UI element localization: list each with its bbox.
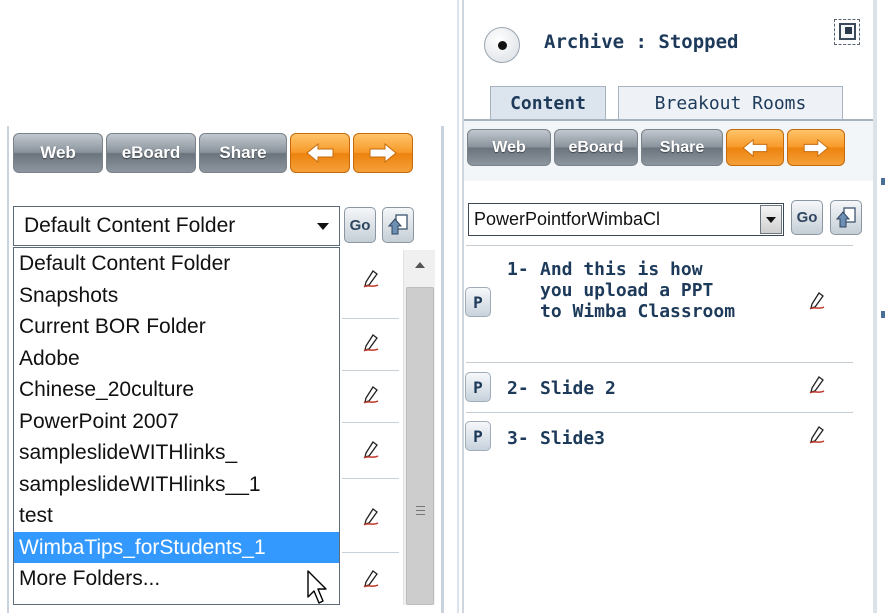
folder-option[interactable]: Snapshots xyxy=(14,280,339,312)
folder-option[interactable]: Default Content Folder xyxy=(14,248,339,280)
panel-edge-marker xyxy=(881,178,885,185)
eboard-button[interactable]: eBoard xyxy=(554,129,638,166)
upload-icon xyxy=(835,206,856,227)
next-button[interactable] xyxy=(787,129,845,166)
scrollbar-grip xyxy=(416,506,425,507)
panel-separator xyxy=(450,0,462,613)
folder-option-more[interactable]: More Folders... xyxy=(14,563,339,595)
popout-window-icon[interactable] xyxy=(834,19,860,45)
folder-option[interactable]: test xyxy=(14,500,339,532)
upload-button[interactable] xyxy=(382,207,414,243)
eboard-button[interactable]: eBoard xyxy=(106,133,196,173)
folder-option[interactable]: Adobe xyxy=(14,343,339,375)
edit-icon[interactable] xyxy=(363,334,379,352)
slide-title[interactable]: Slide 2 xyxy=(540,378,616,399)
row-divider xyxy=(342,318,399,319)
share-button[interactable]: Share xyxy=(641,129,723,166)
edit-icon[interactable] xyxy=(363,270,379,288)
upload-button[interactable] xyxy=(830,200,862,235)
content-folder-select-value: Default Content Folder xyxy=(24,214,236,237)
left-panel-border xyxy=(441,126,444,613)
scrollbar-thumb[interactable] xyxy=(406,287,434,605)
present-slide-button[interactable]: P xyxy=(465,372,491,402)
slide-number: 2- xyxy=(507,378,529,399)
slide-number: 1- xyxy=(507,259,529,280)
archive-radio-button[interactable] xyxy=(484,27,520,63)
presentation-select[interactable]: PowerPointforWimbaCl xyxy=(468,203,784,236)
chevron-down-icon xyxy=(317,223,329,230)
right-panel-border xyxy=(462,0,464,613)
folder-option[interactable]: sampleslideWITHlinks__1 xyxy=(14,469,339,501)
edit-icon[interactable] xyxy=(363,508,379,526)
scrollbar-grip xyxy=(416,510,425,511)
presentation-select-value: PowerPointforWimbaCl xyxy=(474,209,661,229)
edit-icon[interactable] xyxy=(809,376,825,394)
previous-button[interactable] xyxy=(290,133,350,173)
edit-icon[interactable] xyxy=(363,570,379,588)
panel-edge-marker xyxy=(881,311,885,318)
mouse-cursor-icon xyxy=(307,570,327,604)
right-toolbar: Web eBoard Share xyxy=(467,129,845,166)
web-button[interactable]: Web xyxy=(13,133,103,173)
chevron-down-icon xyxy=(766,217,776,223)
row-divider xyxy=(342,552,399,553)
next-button[interactable] xyxy=(353,133,413,173)
tab-breakout-rooms[interactable]: Breakout Rooms xyxy=(618,86,843,120)
previous-button[interactable] xyxy=(726,129,784,166)
archive-status: Archive : Stopped xyxy=(544,31,739,53)
folder-option[interactable]: Current BOR Folder xyxy=(14,311,339,343)
folder-option-selected[interactable]: WimbaTips_forStudents_1 xyxy=(14,531,339,563)
go-button[interactable]: Go xyxy=(791,200,823,235)
list-scrollbar[interactable] xyxy=(403,250,435,605)
edit-icon[interactable] xyxy=(809,292,825,310)
content-folder-select[interactable]: Default Content Folder xyxy=(13,206,340,246)
scrollbar-grip xyxy=(416,514,425,515)
arrow-left-icon xyxy=(742,138,768,157)
dropdown-button[interactable] xyxy=(760,205,782,234)
left-panel-border xyxy=(7,126,9,613)
slide-divider xyxy=(466,245,853,246)
panel-separator-line xyxy=(457,0,459,613)
row-divider xyxy=(342,478,399,479)
folder-option[interactable]: PowerPoint 2007 xyxy=(14,406,339,438)
present-slide-button[interactable]: P xyxy=(465,287,491,317)
folder-option[interactable]: sampleslideWITHlinks_ xyxy=(14,437,339,469)
radio-dot xyxy=(498,41,507,50)
arrow-left-icon xyxy=(306,142,334,164)
folder-option[interactable]: Chinese_20culture xyxy=(14,374,339,406)
right-panel-border xyxy=(873,0,877,613)
upload-icon xyxy=(387,214,408,235)
share-button[interactable]: Share xyxy=(199,133,287,173)
content-folder-dropdown: Default Content Folder Snapshots Current… xyxy=(13,247,340,605)
row-divider xyxy=(342,422,399,423)
left-toolbar: Web eBoard Share xyxy=(13,133,413,173)
tab-content[interactable]: Content xyxy=(490,86,606,120)
web-button[interactable]: Web xyxy=(467,129,551,166)
edit-icon[interactable] xyxy=(809,426,825,444)
slide-number: 3- xyxy=(507,428,529,449)
scroll-up-arrow-icon[interactable] xyxy=(415,262,425,268)
slide-title[interactable]: Slide3 xyxy=(540,428,605,449)
row-divider xyxy=(342,370,399,371)
slide-divider xyxy=(466,412,853,413)
edit-icon[interactable] xyxy=(363,441,379,459)
arrow-right-icon xyxy=(803,138,829,157)
slide-divider xyxy=(466,362,853,363)
slide-title[interactable]: And this is how you upload a PPT to Wimb… xyxy=(540,259,740,322)
go-button[interactable]: Go xyxy=(344,207,376,243)
arrow-right-icon xyxy=(369,142,397,164)
edit-icon[interactable] xyxy=(363,386,379,404)
present-slide-button[interactable]: P xyxy=(465,421,491,451)
